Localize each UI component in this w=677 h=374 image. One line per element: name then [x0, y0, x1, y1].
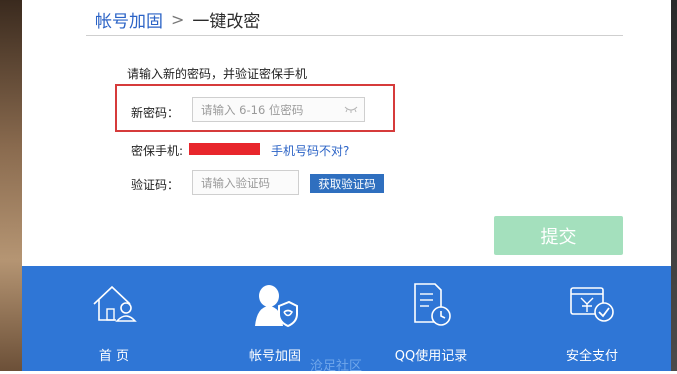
nav-label-secure-payment: 安全支付 — [565, 349, 618, 364]
new-password-input[interactable]: 请输入 6-16 位密码 — [192, 97, 365, 122]
desktop-background-left — [0, 0, 22, 371]
form-instruction: 请输入新的密码，并验证密保手机 — [127, 67, 308, 81]
nav-label-home: 首 页 — [98, 349, 130, 364]
home-user-icon — [93, 285, 137, 322]
verification-code-input[interactable]: 请输入验证码 — [192, 170, 299, 195]
get-code-button[interactable]: 获取验证码 — [310, 174, 384, 193]
submit-button[interactable]: 提交 — [494, 216, 623, 255]
breadcrumb-current: 一键改密 — [192, 11, 261, 32]
new-password-label: 新密码： — [131, 106, 180, 120]
secure-payment-icon — [570, 287, 614, 322]
breadcrumb: 帐号加固 > 一键改密 — [95, 6, 260, 32]
eye-closed-icon[interactable] — [344, 105, 358, 114]
verification-code-placeholder: 请输入验证码 — [201, 175, 270, 190]
watermark: 沧足社区 — [310, 359, 363, 374]
nav-label-usage-record: QQ使用记录 — [394, 349, 468, 364]
nav-item-usage-record[interactable]: QQ使用记录 — [371, 282, 491, 364]
code-label: 验证码： — [131, 178, 180, 192]
phone-wrong-link[interactable]: 手机号码不对? — [271, 142, 349, 159]
header-divider — [86, 35, 623, 36]
phone-number-redacted — [189, 143, 260, 155]
new-password-placeholder: 请输入 6-16 位密码 — [201, 102, 304, 117]
usage-record-icon — [414, 283, 451, 326]
breadcrumb-separator: > — [171, 9, 185, 29]
phone-label: 密保手机: — [131, 144, 184, 158]
nav-item-home[interactable]: 首 页 — [54, 282, 174, 364]
nav-item-account-security[interactable]: 帐号加固 — [215, 282, 335, 364]
nav-item-secure-payment[interactable]: 安全支付 — [532, 282, 652, 364]
breadcrumb-parent-link[interactable]: 帐号加固 — [95, 7, 163, 32]
account-shield-icon — [255, 285, 298, 328]
desktop-background-right — [671, 0, 677, 371]
